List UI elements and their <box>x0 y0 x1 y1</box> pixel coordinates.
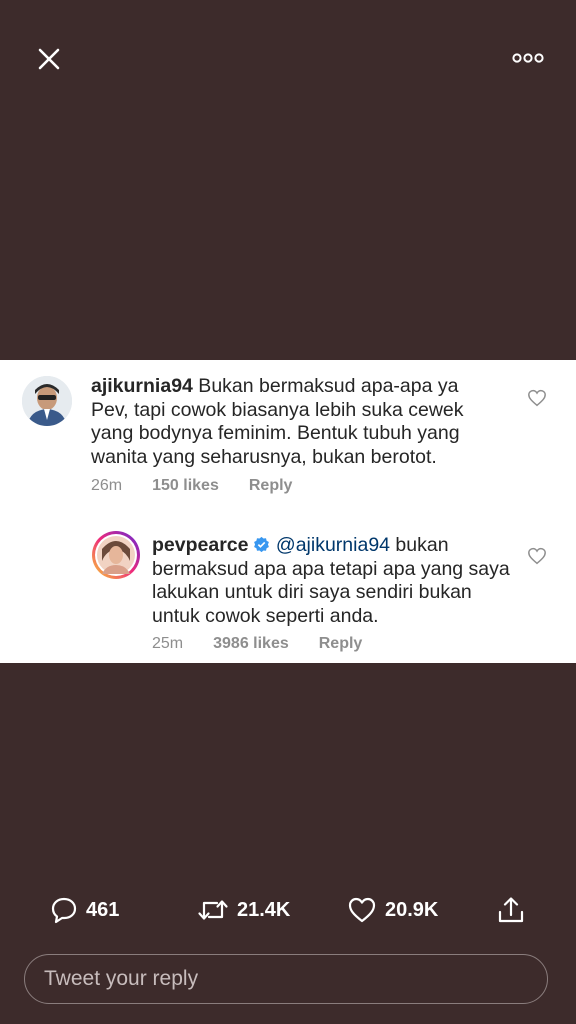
comment-reply: pevpearce @ajikurnia94 bukan bermaksud a… <box>0 520 576 660</box>
retweet-icon <box>198 900 228 920</box>
comment-time: 25m <box>152 635 184 652</box>
avatar <box>92 531 140 579</box>
verified-badge-icon <box>254 536 270 553</box>
comment-meta: 25m 3986 likes Reply <box>152 635 362 653</box>
comment: ajikurnia94 Bukan bermaksud apa-apa ya P… <box>0 360 576 510</box>
comment-reply-button[interactable]: Reply <box>249 477 293 494</box>
more-options-button[interactable] <box>510 46 546 70</box>
comment-meta: 26m 150 likes Reply <box>91 477 292 495</box>
comment-mention[interactable]: @ajikurnia94 <box>276 534 390 556</box>
heart-icon <box>348 897 376 923</box>
like-count: 20.9K <box>385 898 439 921</box>
top-bar <box>0 0 576 115</box>
like-action-button[interactable]: 20.9K <box>347 885 438 935</box>
heart-icon[interactable] <box>527 389 547 407</box>
close-button[interactable] <box>30 40 68 78</box>
reply-action-button[interactable]: 461 <box>50 885 119 935</box>
close-icon <box>38 48 60 70</box>
heart-icon[interactable] <box>527 547 547 565</box>
tweet-image[interactable]: ajikurnia94 Bukan bermaksud apa-apa ya P… <box>0 360 576 663</box>
comment-username[interactable]: ajikurnia94 <box>91 375 193 397</box>
tweet-actions: 461 21.4K 20.9K <box>0 885 576 935</box>
comment-icon <box>51 897 77 924</box>
reply-placeholder: Tweet your reply <box>44 967 199 990</box>
avatar <box>22 376 72 426</box>
reply-count: 461 <box>86 898 120 921</box>
comment-reply-button[interactable]: Reply <box>319 635 363 652</box>
more-dots-icon <box>512 53 544 63</box>
share-icon <box>498 897 524 923</box>
comment-likes[interactable]: 150 likes <box>152 477 219 494</box>
comment-text: ajikurnia94 Bukan bermaksud apa-apa ya P… <box>91 375 501 469</box>
retweet-count: 21.4K <box>237 898 291 921</box>
tweet-reply-input[interactable]: Tweet your reply <box>24 954 548 1004</box>
retweet-action-button[interactable]: 21.4K <box>197 885 290 935</box>
comment-likes[interactable]: 3986 likes <box>213 635 289 652</box>
comment-time: 26m <box>91 477 123 494</box>
comment-username[interactable]: pevpearce <box>152 534 248 556</box>
share-action-button[interactable] <box>496 885 534 935</box>
comment-text: pevpearce @ajikurnia94 bukan bermaksud a… <box>152 534 512 628</box>
